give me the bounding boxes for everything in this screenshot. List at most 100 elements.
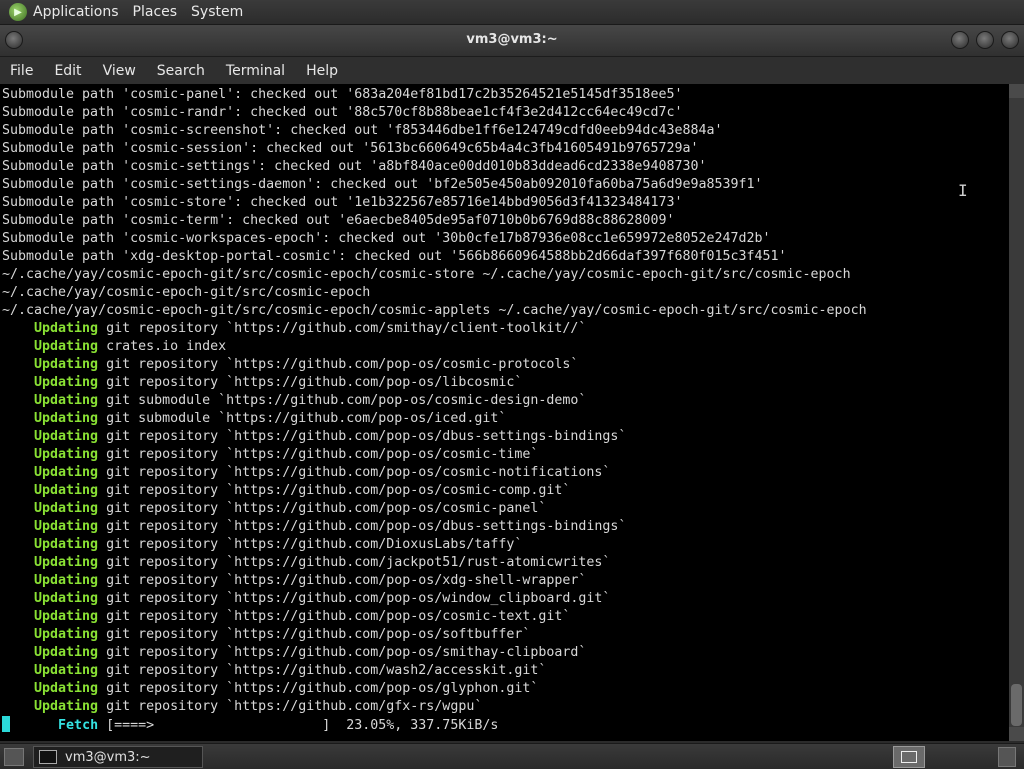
menu-view[interactable]: View <box>103 63 136 79</box>
terminal-line: Updating git repository `https://github.… <box>2 446 867 464</box>
status-keyword: Updating <box>2 429 99 444</box>
line-text: git repository `https://github.com/pop-o… <box>98 627 531 642</box>
line-text: git repository `https://github.com/pop-o… <box>98 447 539 462</box>
terminal-line: Updating git repository `https://github.… <box>2 680 867 698</box>
menu-help[interactable]: Help <box>306 63 338 79</box>
terminal-line: Updating git repository `https://github.… <box>2 626 867 644</box>
terminal-line: Updating git repository `https://github.… <box>2 500 867 518</box>
terminal-line: Submodule path 'cosmic-panel': checked o… <box>2 86 867 104</box>
terminal-line: Submodule path 'xdg-desktop-portal-cosmi… <box>2 248 867 266</box>
trash-icon[interactable] <box>998 747 1016 767</box>
terminal-line: Updating crates.io index <box>2 338 867 356</box>
scroll-up-arrow-icon[interactable] <box>1009 84 1024 98</box>
fetch-progress-bar: [====> ] 23.05%, 337.75KiB/s <box>98 718 499 733</box>
terminal-icon <box>39 750 57 764</box>
status-keyword: Updating <box>2 339 99 354</box>
terminal-line: Submodule path 'cosmic-settings-daemon':… <box>2 176 867 194</box>
terminal-line: Updating git repository `https://github.… <box>2 608 867 626</box>
line-text: Submodule path 'cosmic-term': checked ou… <box>2 213 675 228</box>
status-keyword: Updating <box>2 627 99 642</box>
terminal-line: ~/.cache/yay/cosmic-epoch-git/src/cosmic… <box>2 302 867 320</box>
line-text: Submodule path 'cosmic-panel': checked o… <box>2 87 683 102</box>
show-desktop-icon[interactable] <box>4 748 24 766</box>
line-text: git repository `https://github.com/pop-o… <box>98 645 587 660</box>
status-keyword: Updating <box>2 465 99 480</box>
line-text: git submodule `https://github.com/pop-os… <box>98 411 507 426</box>
gnome-foot-icon[interactable]: ▶ <box>9 3 27 21</box>
status-keyword: Updating <box>2 393 99 408</box>
status-keyword: Updating <box>2 519 99 534</box>
line-text: git repository `https://github.com/pop-o… <box>98 501 547 516</box>
system-menu[interactable]: System <box>191 4 243 20</box>
scroll-down-arrow-icon[interactable] <box>1009 727 1024 741</box>
status-keyword: Updating <box>2 357 99 372</box>
bottom-panel: vm3@vm3:~ <box>0 743 1024 769</box>
status-keyword: Updating <box>2 591 99 606</box>
terminal-line: ~/.cache/yay/cosmic-epoch-git/src/cosmic… <box>2 266 867 284</box>
line-text: Submodule path 'cosmic-workspaces-epoch'… <box>2 231 771 246</box>
terminal-line: Submodule path 'cosmic-store': checked o… <box>2 194 867 212</box>
terminal-cursor <box>2 716 10 732</box>
terminal-scrollbar[interactable] <box>1009 84 1024 741</box>
status-keyword: Updating <box>2 699 99 714</box>
menu-file[interactable]: File <box>10 63 33 79</box>
terminal-line: ~/.cache/yay/cosmic-epoch-git/src/cosmic… <box>2 284 867 302</box>
line-text: git repository `https://github.com/gfx-r… <box>98 699 483 714</box>
minimize-button[interactable] <box>951 31 969 49</box>
window-title-bar[interactable]: vm3@vm3:~ <box>0 25 1024 57</box>
terminal-line: Updating git repository `https://github.… <box>2 428 867 446</box>
line-text: git repository `https://github.com/jackp… <box>98 555 611 570</box>
status-keyword: Updating <box>2 681 99 696</box>
taskbar-window-label: vm3@vm3:~ <box>65 749 151 765</box>
line-text: git repository `https://github.com/pop-o… <box>98 681 539 696</box>
line-text: Submodule path 'cosmic-session': checked… <box>2 141 699 156</box>
top-panel: ▶ Applications Places System <box>0 0 1024 25</box>
status-keyword: Updating <box>2 447 99 462</box>
menu-search[interactable]: Search <box>157 63 205 79</box>
line-text: git repository `https://github.com/smith… <box>98 321 587 336</box>
line-text: Submodule path 'cosmic-store': checked o… <box>2 195 683 210</box>
terminal-line: Updating git repository `https://github.… <box>2 662 867 680</box>
status-keyword: Updating <box>2 555 99 570</box>
taskbar-window-button[interactable]: vm3@vm3:~ <box>33 746 203 768</box>
line-text: ~/.cache/yay/cosmic-epoch-git/src/cosmic… <box>2 303 867 318</box>
line-text: git repository `https://github.com/pop-o… <box>98 609 571 624</box>
line-text: git repository `https://github.com/Dioxu… <box>98 537 523 552</box>
line-text: git repository `https://github.com/pop-o… <box>98 429 627 444</box>
line-text: git repository `https://github.com/pop-o… <box>98 519 627 534</box>
line-text: Submodule path 'cosmic-settings-daemon':… <box>2 177 763 192</box>
line-text: git repository `https://github.com/pop-o… <box>98 465 611 480</box>
terminal-line: Updating git repository `https://github.… <box>2 698 867 716</box>
workspace-switcher[interactable] <box>893 746 925 768</box>
window-title: vm3@vm3:~ <box>466 32 558 47</box>
maximize-button[interactable] <box>976 31 994 49</box>
status-keyword: Updating <box>2 537 99 552</box>
line-text: Submodule path 'cosmic-screenshot': chec… <box>2 123 723 138</box>
terminal-line: Updating git repository `https://github.… <box>2 518 867 536</box>
line-text: git repository `https://github.com/pop-o… <box>98 375 523 390</box>
terminal-line: Updating git repository `https://github.… <box>2 590 867 608</box>
status-keyword: Updating <box>2 411 99 426</box>
text-cursor-ibeam-icon: I <box>958 181 968 200</box>
status-keyword: Updating <box>2 573 99 588</box>
line-text: ~/.cache/yay/cosmic-epoch-git/src/cosmic… <box>2 285 371 300</box>
terminal-line: Updating git repository `https://github.… <box>2 554 867 572</box>
applications-menu[interactable]: Applications <box>33 4 119 20</box>
line-text: git submodule `https://github.com/pop-os… <box>98 393 587 408</box>
terminal-line: Updating git repository `https://github.… <box>2 464 867 482</box>
menu-edit[interactable]: Edit <box>54 63 81 79</box>
menu-terminal[interactable]: Terminal <box>226 63 285 79</box>
terminal-line: Updating git repository `https://github.… <box>2 536 867 554</box>
terminal-line: Updating git submodule `https://github.c… <box>2 410 867 428</box>
line-text: Submodule path 'xdg-desktop-portal-cosmi… <box>2 249 787 264</box>
status-keyword: Updating <box>2 321 99 336</box>
terminal-output[interactable]: Submodule path 'cosmic-panel': checked o… <box>0 84 1009 741</box>
line-text: git repository `https://github.com/pop-o… <box>98 357 579 372</box>
scrollbar-thumb[interactable] <box>1011 684 1022 726</box>
close-button[interactable] <box>1001 31 1019 49</box>
line-text: git repository `https://github.com/pop-o… <box>98 591 611 606</box>
fetch-progress-line: Fetch [====> ] 23.05%, 337.75KiB/s <box>2 716 867 734</box>
terminal-line: Submodule path 'cosmic-randr': checked o… <box>2 104 867 122</box>
status-keyword: Updating <box>2 483 99 498</box>
places-menu[interactable]: Places <box>133 4 178 20</box>
